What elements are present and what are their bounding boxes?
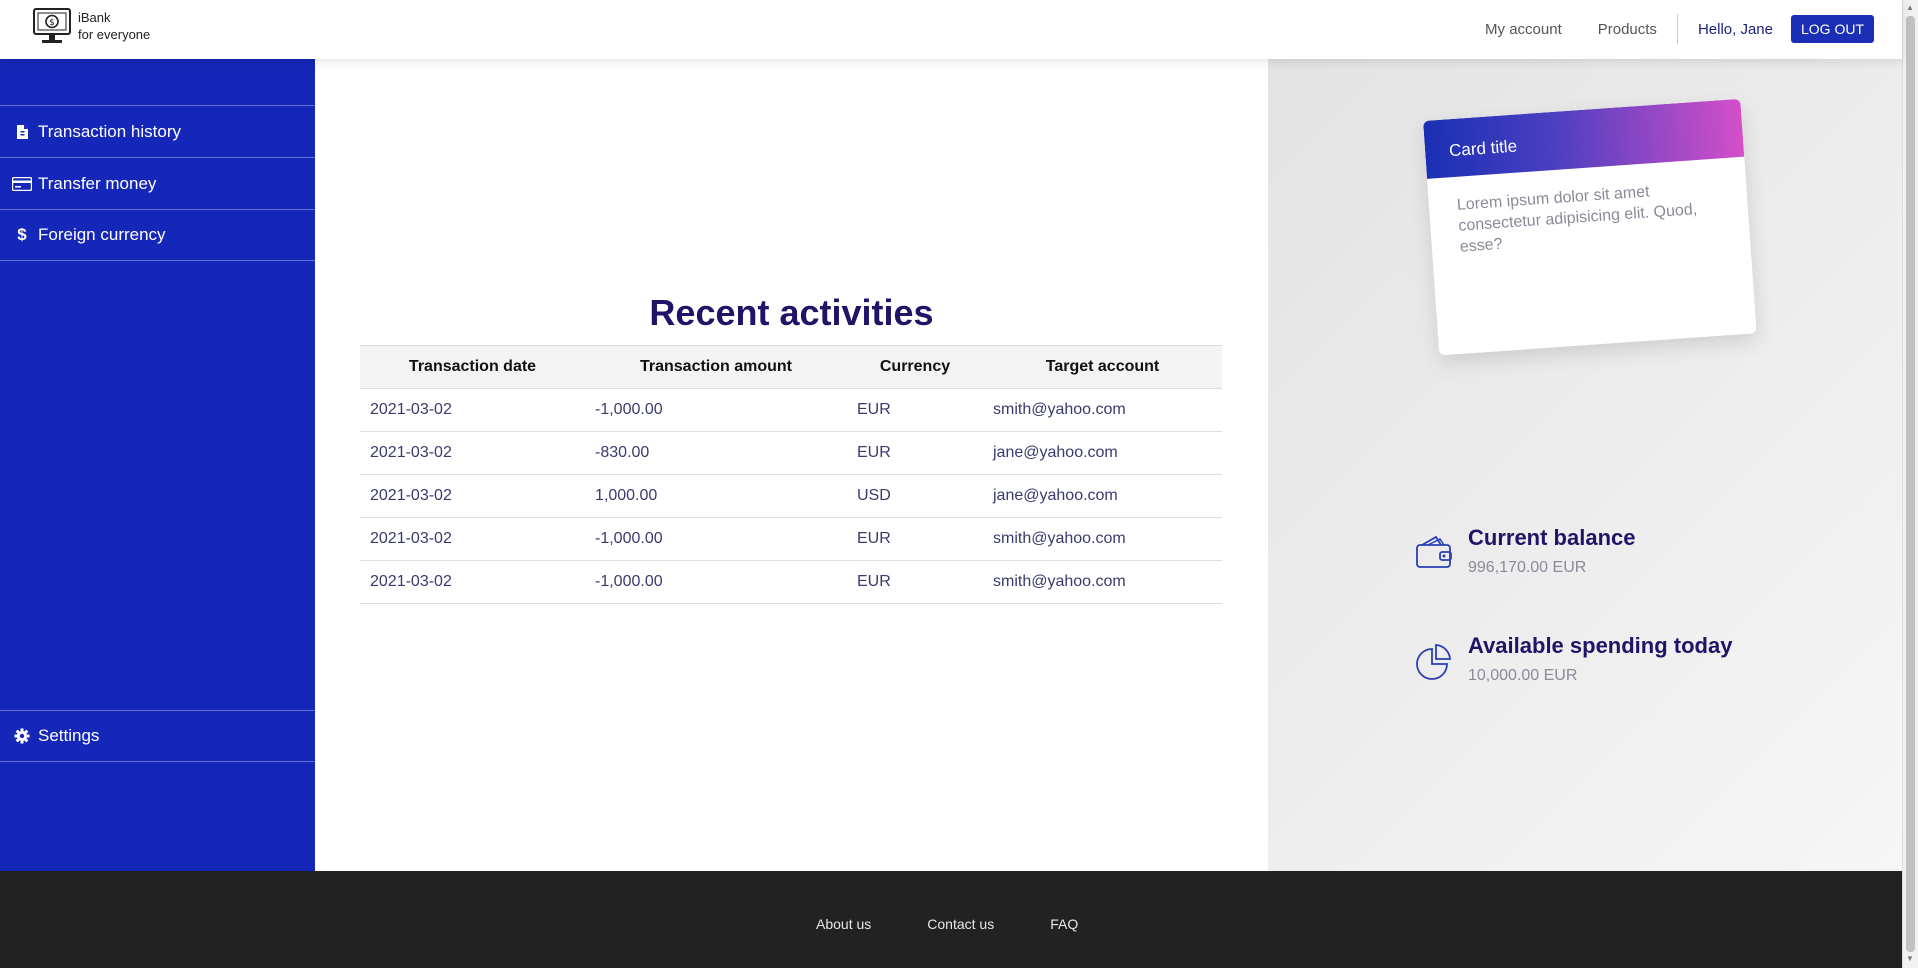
wallet-icon <box>1416 535 1452 568</box>
sidebar-item-settings[interactable]: Settings <box>0 710 315 762</box>
table-row: 2021-03-02 -1,000.00 EUR smith@yahoo.com <box>360 560 1222 604</box>
cell-account: smith@yahoo.com <box>983 560 1222 604</box>
footer-links: About us Contact us FAQ <box>816 916 1134 932</box>
column-header: Currency <box>847 345 983 389</box>
user-greeting: Hello, Jane <box>1697 20 1773 38</box>
stat-value: 10,000.00 EUR <box>1468 667 1578 684</box>
cell-date: 2021-03-02 <box>360 517 585 561</box>
brand-tagline: for everyone <box>78 27 151 42</box>
cell-date: 2021-03-02 <box>360 431 585 475</box>
cell-date: 2021-03-02 <box>360 474 585 518</box>
gear-icon <box>10 728 34 744</box>
brand-name: iBank <box>78 10 111 25</box>
nav-my-account[interactable]: My account <box>1467 21 1580 38</box>
nav-products[interactable]: Products <box>1580 21 1675 38</box>
cell-currency: EUR <box>847 560 983 604</box>
footer: About us Contact us FAQ <box>0 871 1902 968</box>
cell-account: jane@yahoo.com <box>983 431 1222 475</box>
cell-amount: -1,000.00 <box>585 560 847 604</box>
footer-about-link[interactable]: About us <box>816 916 871 932</box>
cell-currency: EUR <box>847 517 983 561</box>
footer-faq-link[interactable]: FAQ <box>1050 916 1078 932</box>
current-balance-stat: Current balance 996,170.00 EUR <box>1414 525 1636 577</box>
stat-value: 996,170.00 EUR <box>1468 559 1587 576</box>
vertical-scrollbar[interactable]: ▲ ▼ <box>1902 0 1918 968</box>
sidebar: Transaction history Transfer money $ For… <box>0 59 315 871</box>
stat-title: Current balance <box>1468 525 1636 550</box>
nav-divider <box>1676 14 1678 44</box>
cell-amount: -1,000.00 <box>585 388 847 432</box>
logout-button[interactable]: LOG OUT <box>1790 15 1874 43</box>
page-title: Recent activities <box>649 292 934 333</box>
card-body: Lorem ipsum dolor sit amet consectetur a… <box>1456 183 1698 256</box>
cell-date: 2021-03-02 <box>360 388 585 432</box>
scroll-down-icon[interactable]: ▼ <box>1906 954 1914 963</box>
info-card: Card title Lorem ipsum dolor sit amet co… <box>1423 98 1757 356</box>
sidebar-item-transfer-money[interactable]: Transfer money <box>0 157 315 209</box>
sidebar-item-label: Transaction history <box>38 121 181 141</box>
cell-currency: EUR <box>847 431 983 475</box>
scroll-thumb[interactable] <box>1906 16 1915 952</box>
svg-text:$: $ <box>49 18 55 28</box>
sidebar-item-transaction-history[interactable]: Transaction history <box>0 105 315 157</box>
column-header: Transaction date <box>360 345 585 389</box>
table-row: 2021-03-02 -1,000.00 EUR smith@yahoo.com <box>360 388 1222 432</box>
cell-amount: -830.00 <box>585 431 847 475</box>
cell-date: 2021-03-02 <box>360 560 585 604</box>
cell-account: smith@yahoo.com <box>983 517 1222 561</box>
top-nav: My account Products Hello, Jane LOG OUT <box>1467 14 1874 44</box>
sidebar-item-label: Transfer money <box>38 173 157 193</box>
table-row: 2021-03-02 -830.00 EUR jane@yahoo.com <box>360 431 1222 475</box>
scroll-up-icon[interactable]: ▲ <box>1906 3 1914 12</box>
top-header: $ iBank for everyone My account Products… <box>0 0 1902 59</box>
dollar-icon: $ <box>17 225 27 244</box>
main-content: Recent activities Transaction date Trans… <box>315 59 1268 871</box>
cell-currency: USD <box>847 474 983 518</box>
sidebar-item-label: Foreign currency <box>38 225 166 244</box>
cell-amount: 1,000.00 <box>585 474 847 518</box>
sidebar-item-label: Settings <box>38 726 100 745</box>
stat-title: Available spending today <box>1468 633 1733 658</box>
document-icon <box>10 124 34 140</box>
monitor-dollar-icon: $ <box>33 8 71 43</box>
transactions-table: Transaction date Transaction amount Curr… <box>360 345 1222 604</box>
cell-currency: EUR <box>847 388 983 432</box>
right-panel: Card title Lorem ipsum dolor sit amet co… <box>1268 59 1902 871</box>
cell-account: smith@yahoo.com <box>983 388 1222 432</box>
available-spending-stat: Available spending today 10,000.00 EUR <box>1414 633 1732 685</box>
brand-logo[interactable]: $ iBank for everyone <box>32 6 150 46</box>
credit-card-icon <box>10 176 34 191</box>
footer-contact-link[interactable]: Contact us <box>927 916 994 932</box>
table-header-row: Transaction date Transaction amount Curr… <box>360 345 1222 389</box>
sidebar-item-foreign-currency[interactable]: $ Foreign currency <box>0 209 315 261</box>
column-header: Transaction amount <box>585 345 847 389</box>
pie-chart-icon <box>1416 644 1451 680</box>
cell-amount: -1,000.00 <box>585 517 847 561</box>
table-row: 2021-03-02 1,000.00 USD jane@yahoo.com <box>360 474 1222 518</box>
cell-account: jane@yahoo.com <box>983 474 1222 518</box>
table-row: 2021-03-02 -1,000.00 EUR smith@yahoo.com <box>360 517 1222 561</box>
column-header: Target account <box>983 345 1222 389</box>
